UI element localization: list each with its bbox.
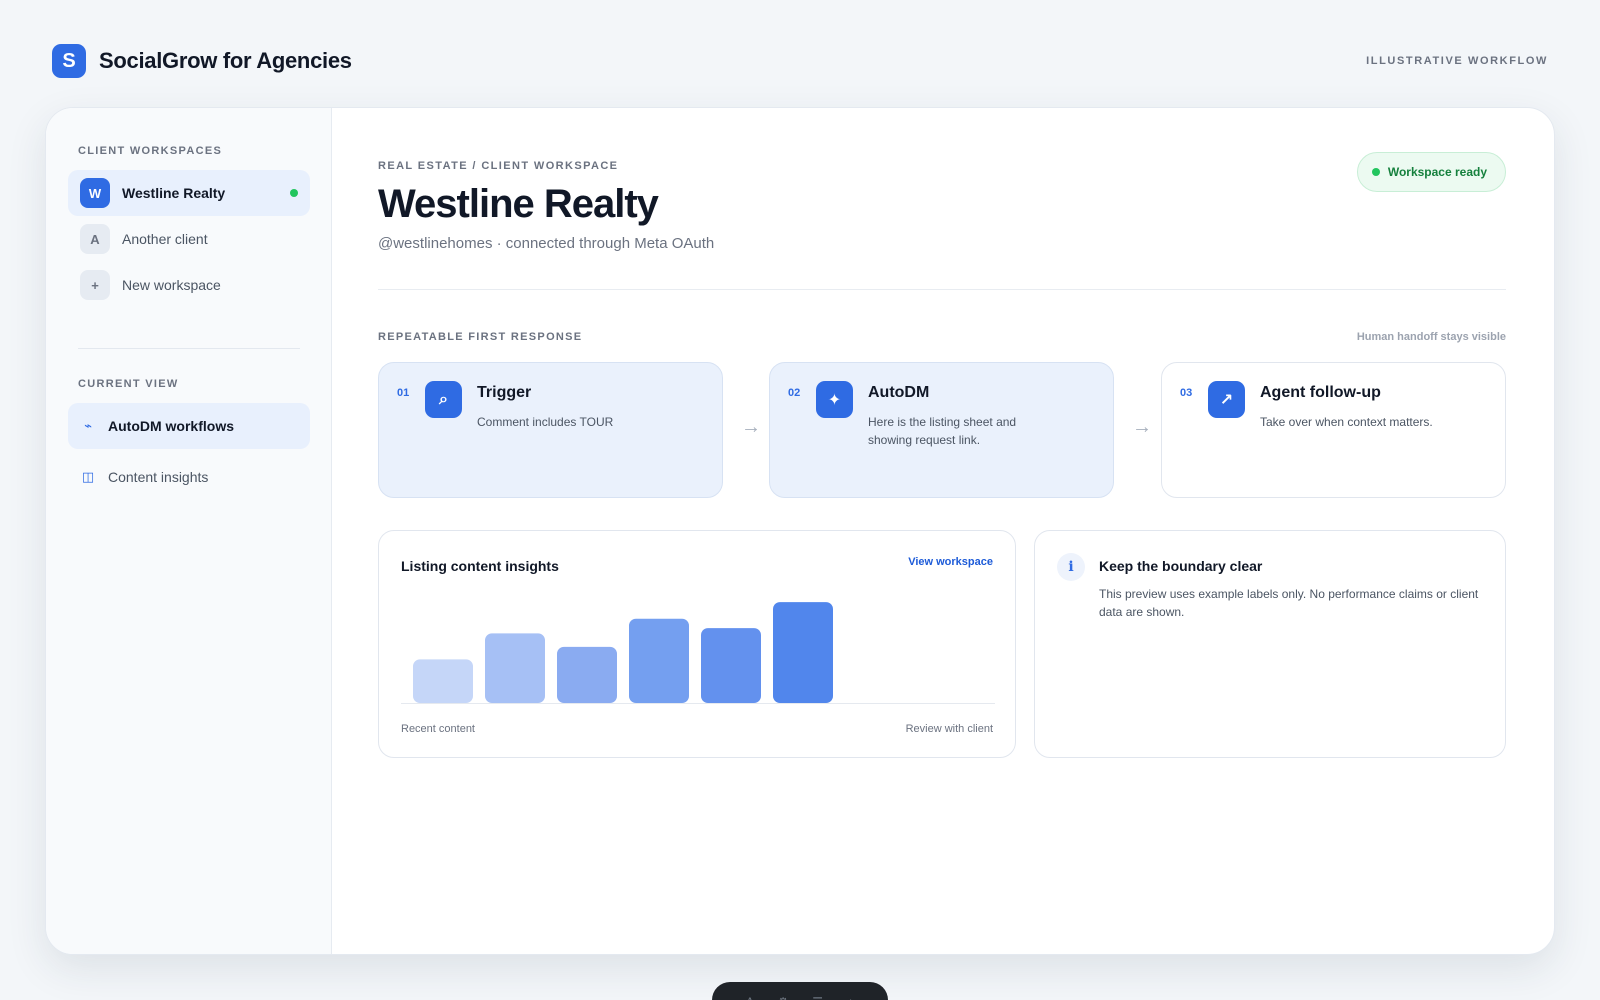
dock-item[interactable]: ⚙: [778, 995, 789, 1000]
step-card-trigger[interactable]: 01 ⌕ Trigger Comment includes TOUR: [378, 362, 723, 498]
view-label: AutoDM workflows: [108, 418, 234, 434]
chart-bar: [485, 633, 545, 703]
view-label: Content insights: [108, 469, 209, 485]
dock-item[interactable]: ☰: [812, 995, 823, 1000]
insights-card: Listing content insights View workspace …: [378, 530, 1016, 758]
step-number: 01: [397, 387, 410, 399]
chart-bar: [629, 618, 689, 703]
status-badge: Workspace ready: [1356, 152, 1506, 192]
plus-icon: +: [80, 270, 110, 300]
view-workspace-link[interactable]: View workspace: [908, 556, 993, 568]
chart-bar: [701, 628, 761, 703]
status-text: Workspace ready: [1387, 165, 1487, 179]
workspace-badge: A: [80, 224, 110, 254]
info-icon: i: [1057, 553, 1085, 581]
workspace-badge: W: [80, 178, 110, 208]
breadcrumb: REAL ESTATE / CLIENT WORKSPACE: [378, 160, 619, 172]
search-icon: ⌕: [425, 381, 462, 418]
boundary-note-card: i Keep the boundary clear This preview u…: [1034, 530, 1506, 758]
step-title: AutoDM: [868, 384, 930, 401]
workflow-tag: ILLUSTRATIVE WORKFLOW: [1366, 55, 1548, 67]
step-card-autodm[interactable]: 02 ✦ AutoDM Here is the listing sheet an…: [769, 362, 1114, 498]
top-bar: S SocialGrow for Agencies ILLUSTRATIVE W…: [52, 44, 1548, 78]
workflow-icon: ⌁: [84, 418, 92, 433]
chart-bar: [413, 659, 473, 703]
step-number: 02: [788, 387, 801, 399]
app-title: SocialGrow for Agencies: [99, 48, 352, 73]
current-view-heading: CURRENT VIEW: [78, 378, 179, 390]
workspace-item-another[interactable]: A Another client: [68, 216, 310, 262]
page-title: Westline Realty: [378, 182, 659, 226]
step-description: Comment includes TOUR: [477, 415, 614, 429]
arrow-up-right-icon: ↗: [1208, 381, 1245, 418]
bottom-dock: A ⚙ ☰ ⌂: [712, 982, 888, 1000]
boundary-title: Keep the boundary clear: [1099, 558, 1263, 574]
step-number: 03: [1180, 387, 1193, 399]
arrow-right-icon: →: [741, 416, 761, 438]
step-title: Agent follow-up: [1260, 384, 1381, 401]
boundary-text: This preview uses example labels only. N…: [1099, 587, 1479, 619]
section-label: REPEATABLE FIRST RESPONSE: [378, 331, 583, 343]
dock-item[interactable]: A: [746, 995, 754, 1000]
step-card-followup[interactable]: 03 ↗ Agent follow-up Take over when cont…: [1161, 362, 1506, 498]
columns-icon: ◫: [81, 469, 95, 484]
workspace-label: Westline Realty: [122, 185, 226, 201]
sparkle-icon: ✦: [816, 381, 853, 418]
chart-bar: [773, 602, 833, 703]
online-status-dot: [290, 189, 298, 197]
sidebar: CLIENT WORKSPACES W Westline Realty A An…: [46, 108, 332, 954]
dock-item[interactable]: ⌂: [847, 995, 854, 1000]
chart-bar: [557, 646, 617, 703]
app-logo[interactable]: S: [52, 44, 86, 78]
account-subtitle: @westlinehomes · connected through Meta …: [378, 235, 715, 252]
view-item-autodm[interactable]: ⌁ AutoDM workflows: [68, 403, 310, 449]
step-description: Here is the listing sheet and showing re…: [868, 415, 1017, 447]
header-divider: [378, 289, 1506, 290]
status-dot: [1371, 168, 1380, 176]
workspaces-heading: CLIENT WORKSPACES: [78, 145, 223, 157]
workspace-item-westline[interactable]: W Westline Realty: [68, 170, 310, 216]
workspace-label: New workspace: [122, 277, 221, 293]
sidebar-divider: [78, 348, 300, 349]
step-description: Take over when context matters.: [1260, 415, 1433, 429]
chart-footer-left: Recent content: [401, 723, 475, 735]
app-window: CLIENT WORKSPACES W Westline Realty A An…: [45, 107, 1555, 955]
new-workspace-button[interactable]: + New workspace: [68, 262, 310, 308]
workspace-label: Another client: [122, 231, 208, 247]
arrow-right-icon: →: [1132, 416, 1152, 438]
view-item-insights[interactable]: ◫ Content insights: [68, 454, 310, 500]
section-note: Human handoff stays visible: [1356, 331, 1506, 343]
main-panel: REAL ESTATE / CLIENT WORKSPACE Westline …: [378, 108, 1506, 954]
insights-title: Listing content insights: [401, 558, 559, 574]
chart-footer-right: Review with client: [905, 723, 993, 735]
step-title: Trigger: [477, 384, 532, 401]
content-bar-chart: [401, 602, 995, 704]
